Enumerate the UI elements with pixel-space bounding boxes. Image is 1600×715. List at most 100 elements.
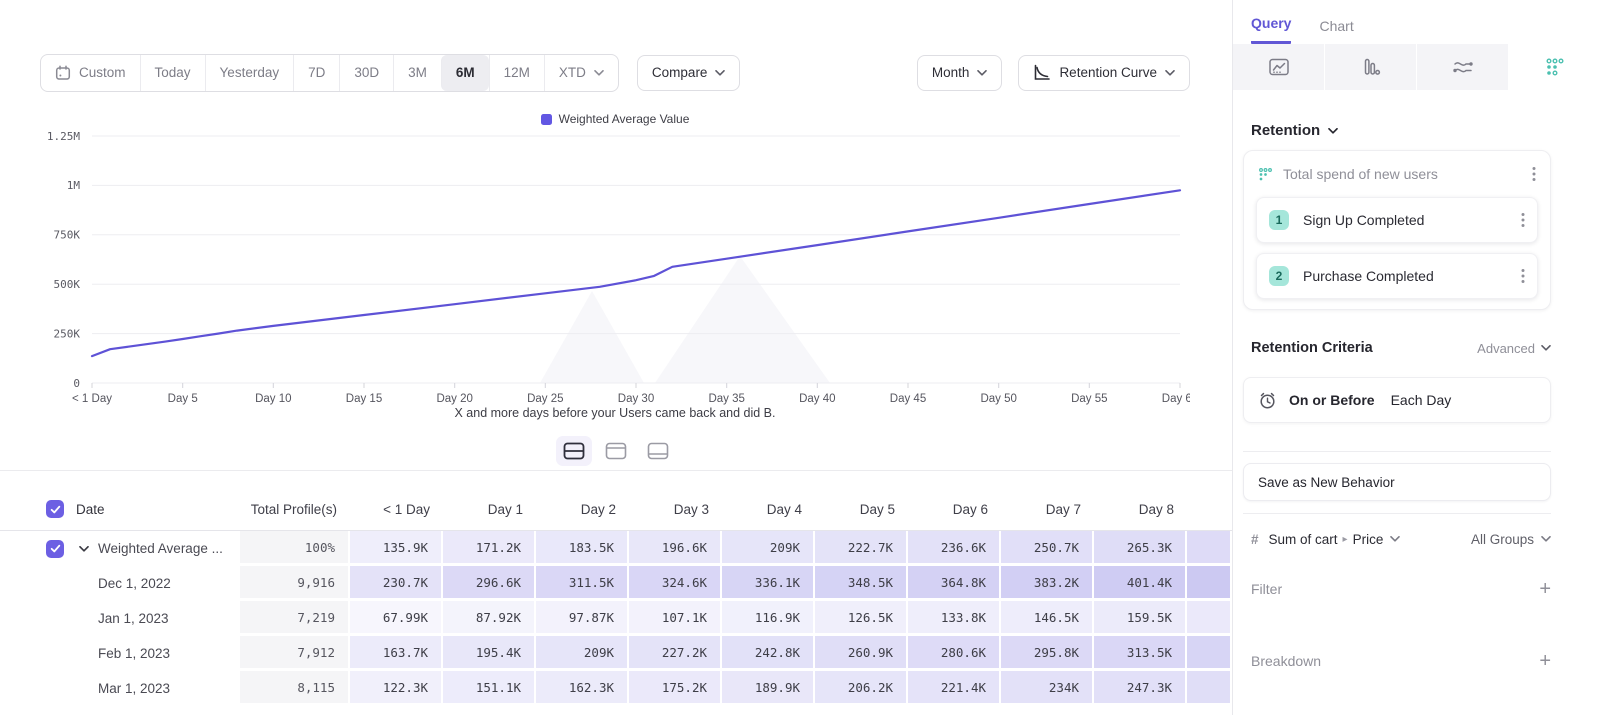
range-label: 30D — [354, 65, 379, 80]
legend-label: Weighted Average Value — [559, 112, 690, 126]
add-breakdown-icon[interactable]: + — [1539, 651, 1551, 671]
table-view-toggle[interactable] — [640, 436, 676, 466]
measurement-property[interactable]: Price — [1353, 532, 1384, 547]
retention-value-cell: 175.2K — [629, 671, 722, 706]
chart-type-label: Retention Curve — [1059, 65, 1157, 80]
behavior-step[interactable]: 1Sign Up Completed — [1256, 197, 1538, 243]
behavior-steps: 1Sign Up Completed 2Purchase Completed — [1244, 197, 1550, 299]
advanced-dropdown[interactable]: Advanced — [1477, 341, 1551, 356]
funnels-icon[interactable] — [1325, 44, 1417, 90]
criteria-timeframe[interactable]: Each Day — [1391, 392, 1452, 408]
retention-value-cell: 196.6K — [629, 531, 722, 566]
granularity-label: Month — [932, 65, 970, 80]
legend-swatch — [541, 114, 552, 125]
watermark-triangle — [540, 291, 644, 383]
save-label: Save as New Behavior — [1258, 475, 1395, 490]
x-axis-label: Day 55 — [1071, 393, 1107, 405]
chevron-down-icon[interactable] — [79, 546, 89, 552]
kebab-menu-icon[interactable] — [1519, 210, 1527, 230]
toolbar: Custom TodayYesterday7D 30D 3M 6M12MXTD Comp… — [40, 54, 1190, 91]
range-6m[interactable]: 6M — [441, 55, 489, 91]
row-label-cell: Weighted Average ... — [0, 531, 240, 566]
behavior-step[interactable]: 2Purchase Completed — [1256, 253, 1538, 299]
breakdown-label: Breakdown — [1251, 653, 1539, 669]
granularity-dropdown[interactable]: Month — [917, 55, 1003, 91]
chart-caption: X and more days before your Users came b… — [40, 406, 1190, 420]
insights-icon[interactable] — [1233, 44, 1325, 90]
range-yesterday[interactable]: Yesterday — [205, 55, 294, 91]
row-label[interactable]: Feb 1, 2023 — [98, 646, 170, 661]
criteria-card[interactable]: On or Before Each Day — [1243, 377, 1551, 423]
table-row: Mar 1, 20238,115122.3K151.1K162.3K175.2K… — [0, 671, 1232, 706]
panel-tabs: Query Chart — [1233, 0, 1600, 44]
range-30d[interactable]: 30D — [339, 55, 393, 91]
total-profiles-cell: 7,219 — [240, 601, 350, 636]
retention-icon[interactable] — [1509, 44, 1600, 90]
tab-chart[interactable]: Chart — [1319, 18, 1353, 44]
retention-value-cell: 324.6K — [629, 566, 722, 601]
split-view-icon — [563, 442, 585, 460]
retention-value-cell: 313.5K — [1094, 636, 1187, 671]
range-7d[interactable]: 7D — [293, 55, 339, 91]
step-number-badge: 2 — [1269, 266, 1289, 286]
retention-value-cell: 364.8K — [908, 566, 1001, 601]
kebab-menu-icon[interactable] — [1530, 164, 1538, 184]
criteria-condition[interactable]: On or Before — [1289, 392, 1375, 408]
retention-mini-icon — [1258, 167, 1273, 182]
retention-value-cell: 247.3K — [1094, 671, 1187, 706]
row-label[interactable]: Mar 1, 2023 — [98, 681, 170, 696]
kebab-menu-icon[interactable] — [1519, 266, 1527, 286]
chart-type-dropdown[interactable]: Retention Curve — [1018, 55, 1190, 91]
split-view-toggle[interactable] — [556, 436, 592, 466]
row-label-cell: Mar 1, 2023 — [0, 671, 240, 706]
retention-line — [92, 190, 1180, 356]
row-label[interactable]: Jan 1, 2023 — [98, 611, 169, 626]
retention-value-cell: 116.9K — [722, 601, 815, 636]
retention-chart: 0250K500K750K1M1.25M< 1 DayDay 5Day 10Da… — [40, 128, 1190, 420]
measurement-metric[interactable]: Sum of cart — [1269, 532, 1338, 547]
chevron-down-icon — [594, 70, 604, 76]
range-custom[interactable]: Custom — [41, 55, 140, 91]
tab-query[interactable]: Query — [1251, 15, 1291, 44]
select-all-checkbox[interactable] — [46, 500, 64, 518]
range-today[interactable]: Today — [140, 55, 205, 91]
range-xtd[interactable]: XTD — [544, 55, 618, 91]
chart-view-toggle[interactable] — [598, 436, 634, 466]
row-label[interactable]: Weighted Average ... — [98, 541, 223, 556]
row-label-cell: Feb 1, 2023 — [0, 636, 240, 671]
compare-label: Compare — [652, 65, 708, 80]
retention-value-cell: 222.7K — [815, 531, 908, 566]
column-header: Total Profile(s) — [240, 488, 350, 530]
step-label: Sign Up Completed — [1303, 212, 1519, 228]
table-row: Weighted Average ...100%135.9K171.2K183.… — [0, 531, 1232, 566]
y-axis-label: 250K — [54, 327, 81, 340]
date-column-header: Date — [76, 502, 105, 517]
behavior-title: Total spend of new users — [1283, 166, 1530, 182]
table-row: Dec 1, 20229,916230.7K296.6K311.5K324.6K… — [0, 566, 1232, 601]
column-header: Day 2 — [536, 488, 629, 530]
panel-divider — [1243, 513, 1551, 514]
compare-button[interactable]: Compare — [637, 55, 741, 91]
retention-value-cell: 195.4K — [443, 636, 536, 671]
all-groups-dropdown[interactable]: All Groups — [1471, 532, 1551, 547]
range-3m[interactable]: 3M — [393, 55, 441, 91]
retention-section-header[interactable]: Retention — [1251, 122, 1600, 139]
range-12m[interactable]: 12M — [489, 55, 544, 91]
date-header-cell: Date — [0, 488, 240, 530]
chevron-down-icon — [1541, 536, 1551, 542]
retention-value-cell: 126.5K — [815, 601, 908, 636]
retention-value-cell: 234K — [1001, 671, 1094, 706]
retention-value-cell: 206.2K — [815, 671, 908, 706]
add-filter-icon[interactable]: + — [1539, 579, 1551, 599]
x-axis-label: Day 25 — [527, 393, 563, 405]
x-axis-label: Day 20 — [436, 393, 472, 405]
range-label: Custom — [79, 65, 126, 80]
retention-value-cell: 209K — [536, 636, 629, 671]
retention-value-cell: 87.92K — [443, 601, 536, 636]
range-label: 3M — [408, 65, 427, 80]
save-as-new-behavior-button[interactable]: Save as New Behavior — [1243, 463, 1551, 501]
chart-legend: Weighted Average Value — [40, 112, 1190, 126]
row-checkbox[interactable] — [46, 540, 64, 558]
row-label[interactable]: Dec 1, 2022 — [98, 576, 171, 591]
flows-icon[interactable] — [1417, 44, 1509, 90]
